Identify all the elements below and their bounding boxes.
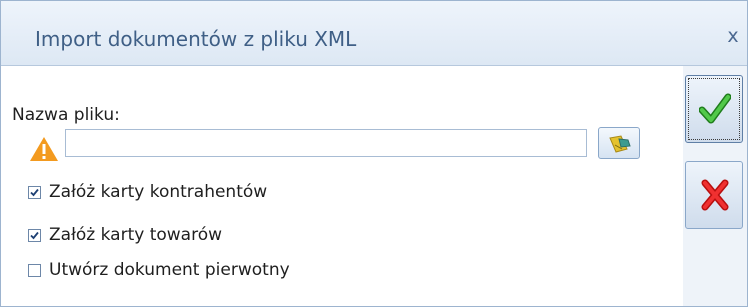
file-name-label: Nazwa pliku:	[12, 105, 120, 125]
import-dialog: Import dokumentów z pliku XML x Nazwa pl…	[0, 0, 748, 307]
x-icon	[701, 179, 729, 211]
checkmark-icon	[30, 188, 39, 196]
option-contractors-checkbox[interactable]	[28, 185, 41, 199]
option-products-checkbox[interactable]	[28, 228, 41, 242]
option-source-document[interactable]: Utwórz dokument pierwotny	[28, 260, 290, 280]
cancel-button[interactable]	[685, 161, 743, 229]
option-contractors-label: Załóż karty kontrahentów	[49, 182, 268, 202]
file-name-input[interactable]	[65, 129, 587, 157]
checkmark-icon	[699, 93, 731, 124]
option-contractors[interactable]: Załóż karty kontrahentów	[28, 182, 267, 202]
warning-icon	[30, 137, 58, 161]
option-products[interactable]: Załóż karty towarów	[28, 225, 222, 245]
option-source-document-label: Utwórz dokument pierwotny	[49, 260, 290, 280]
dialog-title: Import dokumentów z pliku XML	[35, 27, 357, 51]
folder-icon	[609, 135, 631, 153]
checkmark-icon	[30, 231, 39, 239]
title-bar: Import dokumentów z pliku XML x	[1, 1, 747, 66]
option-source-document-checkbox[interactable]	[28, 263, 41, 277]
close-button[interactable]: x	[723, 25, 743, 47]
browse-file-button[interactable]	[598, 127, 640, 159]
option-products-label: Załóż karty towarów	[49, 225, 223, 245]
confirm-button[interactable]	[685, 75, 743, 143]
